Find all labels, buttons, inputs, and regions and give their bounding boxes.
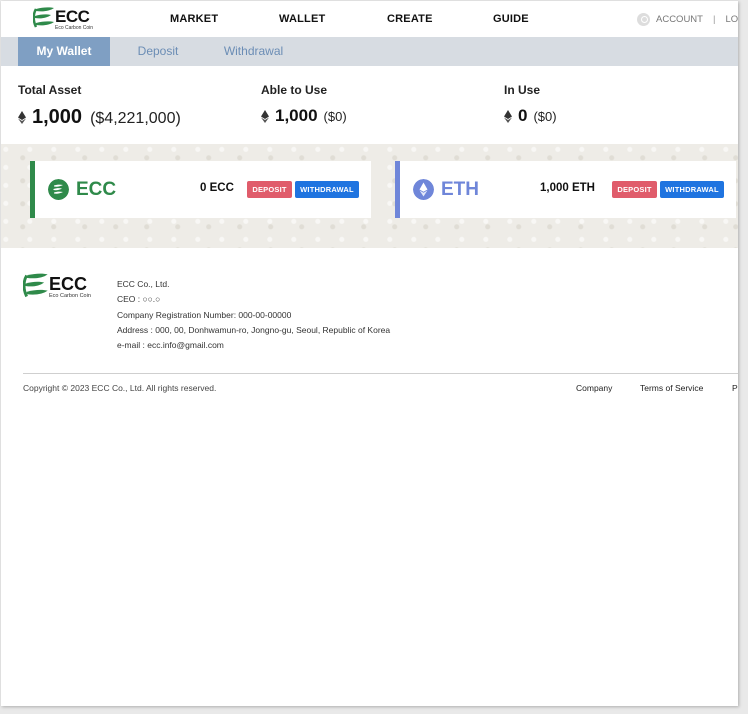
- company-email: e-mail : ecc.info@gmail.com: [117, 340, 224, 351]
- ecc-deposit-button[interactable]: DEPOSIT: [247, 181, 292, 198]
- ecc-symbol: ECC: [76, 179, 117, 200]
- footer-link-privacy[interactable]: P: [732, 383, 738, 393]
- eth-balance: 1,000 ETH: [540, 182, 595, 194]
- in-use-usd: ($0): [533, 109, 557, 124]
- asset-summary: Total Asset 1,000 ($4,221,000) Able to U…: [1, 66, 738, 144]
- able-to-use-amount: 1,000: [275, 106, 318, 125]
- eth-deposit-button[interactable]: DEPOSIT: [612, 181, 657, 198]
- eth-icon: [261, 109, 269, 123]
- footer-link-company[interactable]: Company: [576, 383, 612, 393]
- account-area: ACCOUNT | LOGOU: [637, 11, 738, 27]
- top-header: ECC Eco Carbon Coin MARKET WALLET CREATE…: [1, 1, 738, 37]
- nav-wallet[interactable]: WALLET: [279, 13, 325, 25]
- logo-subtitle: Eco Carbon Coin: [55, 25, 94, 31]
- tab-deposit[interactable]: Deposit: [113, 37, 203, 66]
- in-use-amount: 0: [518, 106, 528, 125]
- page-footer: ECC Eco Carbon Coin ECC Co., Ltd. CEO : …: [1, 248, 738, 706]
- tab-my-wallet[interactable]: My Wallet: [18, 37, 110, 66]
- nav-create[interactable]: CREATE: [387, 13, 433, 25]
- footer-link-terms[interactable]: Terms of Service: [640, 383, 703, 393]
- company-name: ECC Co., Ltd.: [117, 279, 170, 289]
- footer-logo-subtitle: Eco Carbon Coin: [49, 293, 91, 299]
- wallet-cards-area: ECC 0 ECC DEPOSIT WITHDRAWAL ETH 1,000 E…: [1, 144, 738, 248]
- wallet-tabs: My Wallet Deposit Withdrawal: [1, 37, 738, 66]
- logo-text: ECC: [55, 7, 90, 26]
- divider: |: [712, 13, 716, 25]
- company-info: ECC Co., Ltd. CEO : ○○.○ Company Registr…: [117, 277, 390, 353]
- page-frame: ECC Eco Carbon Coin MARKET WALLET CREATE…: [1, 1, 738, 706]
- eth-icon: [18, 111, 26, 124]
- total-asset-usd: ($4,221,000): [90, 110, 181, 127]
- company-address: Address : 000, 00, Donhwamun-ro, Jongno-…: [117, 324, 391, 335]
- total-asset-label: Total Asset: [18, 83, 82, 97]
- logout-link[interactable]: LOGOU: [725, 14, 738, 25]
- ecc-wallet-card: ECC 0 ECC DEPOSIT WITHDRAWAL: [30, 161, 371, 218]
- company-ceo: CEO : ○○.○: [117, 294, 161, 305]
- user-avatar-icon[interactable]: [637, 12, 650, 26]
- company-registration: Company Registration Number: 000-00-0000…: [117, 309, 292, 320]
- account-link[interactable]: ACCOUNT: [656, 14, 703, 25]
- tab-withdrawal[interactable]: Withdrawal: [206, 37, 301, 66]
- eth-icon: [504, 109, 512, 123]
- able-to-use-label: Able to Use: [261, 83, 328, 97]
- nav-guide[interactable]: GUIDE: [493, 13, 529, 25]
- ecc-logo[interactable]: ECC Eco Carbon Coin: [33, 6, 95, 32]
- eth-withdrawal-button[interactable]: WITHDRAWAL: [660, 181, 724, 198]
- able-to-use-usd: ($0): [323, 109, 347, 124]
- footer-divider: [23, 373, 738, 374]
- eth-wallet-card: ETH 1,000 ETH DEPOSIT WITHDRAWAL: [395, 161, 736, 218]
- ecc-leaf-icon: [23, 273, 48, 298]
- eth-coin-icon: [413, 179, 434, 200]
- copyright-text: Copyright © 2023 ECC Co., Ltd. All right…: [23, 383, 217, 393]
- total-asset-amount: 1,000: [32, 106, 83, 128]
- eth-symbol: ETH: [441, 179, 479, 200]
- footer-logo-text: ECC: [49, 274, 88, 294]
- total-asset: Total Asset 1,000 ($4,221,000): [18, 83, 181, 129]
- ecc-withdrawal-button[interactable]: WITHDRAWAL: [295, 181, 359, 198]
- ecc-balance: 0 ECC: [200, 182, 234, 194]
- ecc-leaf-icon: [33, 7, 54, 28]
- in-use-label: In Use: [504, 83, 541, 97]
- in-use: In Use 0 ($0): [504, 83, 557, 126]
- able-to-use: Able to Use 1,000 ($0): [261, 83, 347, 126]
- nav-market[interactable]: MARKET: [170, 13, 218, 25]
- ecc-coin-icon: [48, 179, 69, 200]
- footer-logo: ECC Eco Carbon Coin: [23, 272, 95, 302]
